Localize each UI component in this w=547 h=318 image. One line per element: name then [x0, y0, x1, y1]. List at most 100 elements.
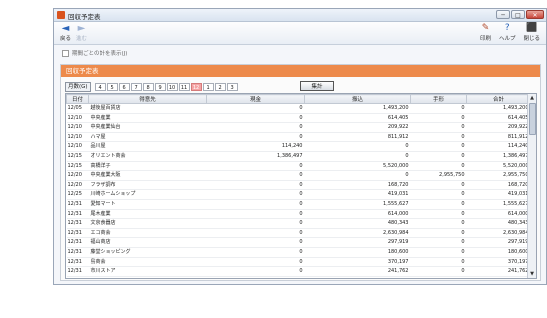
- table-cell: 2,630,984: [304, 228, 411, 239]
- table-cell: 0: [206, 189, 305, 200]
- column-header[interactable]: 得意先: [88, 94, 207, 104]
- table-cell: 0: [410, 113, 467, 124]
- scroll-up-icon[interactable]: ▲: [528, 94, 536, 102]
- month-button-5[interactable]: 5: [106, 83, 118, 91]
- table-row[interactable]: 12/31 市川ストア 0 241,762 0 241,762: [66, 266, 531, 277]
- table-cell: 297,919: [466, 237, 531, 248]
- table-row[interactable]: 12/10 中央産業 0 614,405 0 614,405: [66, 113, 531, 124]
- table-cell: 12/20: [66, 180, 89, 191]
- month-button-10[interactable]: 10: [166, 83, 178, 91]
- table-cell: 297,919: [304, 237, 411, 248]
- month-button-9[interactable]: 9: [154, 83, 166, 91]
- column-header[interactable]: 振込: [304, 94, 411, 104]
- table-cell: 12/31: [66, 247, 89, 258]
- table-row[interactable]: 12/15 オリエント商会 1,386,497 0 0 1,386,497: [66, 151, 531, 162]
- table-cell: 0: [410, 141, 467, 152]
- month-button-8[interactable]: 8: [142, 83, 154, 91]
- table-row[interactable]: 12/20 フラザ調布 0 168,720 0 168,720: [66, 180, 531, 191]
- table-cell: エコ商会: [88, 228, 207, 239]
- table-cell: 370,197: [304, 257, 411, 268]
- column-header[interactable]: 手形: [410, 94, 467, 104]
- table-cell: 0: [206, 209, 305, 220]
- table-row[interactable]: 12/31 文京食器店 0 480,343 0 480,343: [66, 218, 531, 229]
- help-icon: ?: [504, 23, 510, 33]
- table-cell: 12/25: [66, 189, 89, 200]
- table-cell: 614,000: [304, 209, 411, 220]
- month-button-1[interactable]: 1: [202, 83, 214, 91]
- month-button-4[interactable]: 4: [94, 83, 106, 91]
- forward-button[interactable]: ► 進む: [76, 23, 87, 42]
- month-button-12[interactable]: 12: [190, 83, 202, 91]
- month-button-6[interactable]: 6: [118, 83, 130, 91]
- table-cell: 0: [410, 122, 467, 133]
- table-row[interactable]: 12/10 ハマ屋 0 811,912 0 811,912: [66, 132, 531, 143]
- close-doc-icon: ⬛: [526, 23, 538, 33]
- table-cell: 0: [304, 170, 411, 181]
- back-arrow-icon: ◄: [61, 23, 70, 34]
- table-cell: 811,912: [304, 132, 411, 143]
- month-button-11[interactable]: 11: [178, 83, 190, 91]
- table-row[interactable]: 12/15 高橋洋子 0 5,520,000 0 5,520,000: [66, 161, 531, 172]
- month-button-3[interactable]: 3: [226, 83, 238, 91]
- table-cell: 福山商店: [88, 237, 207, 248]
- table-cell: 12/10: [66, 141, 89, 152]
- vertical-scrollbar[interactable]: ▲ ▼: [527, 94, 536, 278]
- table-cell: 0: [206, 218, 305, 229]
- table-row[interactable]: 12/20 中央産業大阪 0 0 2,955,750 2,955,750: [66, 170, 531, 181]
- column-header[interactable]: 現金: [206, 94, 305, 104]
- table-cell: 0: [410, 209, 467, 220]
- table-row[interactable]: 12/05 越後屋百貨店 0 1,493,200 0 1,493,200: [66, 103, 531, 114]
- scroll-thumb[interactable]: [529, 103, 536, 135]
- period-total-option[interactable]: 期間ごとの計を表示(J): [62, 49, 127, 57]
- table-cell: 中央産業仙台: [88, 122, 207, 133]
- table-cell: 5,520,000: [304, 161, 411, 172]
- table-cell: 0: [206, 161, 305, 172]
- table-row[interactable]: 12/31 愛知マート 0 1,555,627 0 1,555,627: [66, 199, 531, 210]
- table-cell: 12/31: [66, 257, 89, 268]
- table-cell: 480,343: [304, 218, 411, 229]
- close-window-button[interactable]: ✕: [526, 10, 544, 19]
- table-cell: 0: [206, 170, 305, 181]
- table-cell: 12/31: [66, 199, 89, 210]
- table-cell: 0: [206, 228, 305, 239]
- table-row[interactable]: 12/31 島商会 0 370,197 0 370,197: [66, 257, 531, 268]
- table-cell: オリエント商会: [88, 151, 207, 162]
- scroll-down-icon[interactable]: ▼: [528, 270, 536, 278]
- report-panel: 回収予定表 月数(G) 4 5 6 7 8 9 10 11 12 1 2 3 集計 日付 得意先 現金 振込…: [60, 64, 541, 281]
- table-cell: 241,762: [304, 266, 411, 277]
- table-cell: 614,405: [466, 113, 531, 124]
- table-row[interactable]: 12/25 川崎ホームショップ 0 419,031 0 419,031: [66, 189, 531, 200]
- table-cell: 1,386,497: [466, 151, 531, 162]
- table-cell: 0: [206, 122, 305, 133]
- help-label: ヘルプ: [498, 36, 516, 42]
- maximize-button[interactable]: □: [511, 10, 525, 19]
- aggregate-button[interactable]: 集計: [300, 81, 334, 91]
- app-icon: [57, 11, 65, 19]
- minimize-button[interactable]: ─: [496, 10, 510, 19]
- column-header[interactable]: 日付: [66, 94, 89, 104]
- table-cell: 0: [410, 132, 467, 143]
- month-button-2[interactable]: 2: [214, 83, 226, 91]
- column-header[interactable]: 合計: [466, 94, 531, 104]
- table-cell: 1,555,627: [466, 199, 531, 210]
- table-row[interactable]: 12/10 品川屋 114,240 0 0 114,240: [66, 141, 531, 152]
- table-cell: 114,240: [206, 141, 305, 152]
- close-button[interactable]: ⬛ 閉じる: [523, 23, 540, 42]
- month-count-label[interactable]: 月数(G): [65, 82, 91, 92]
- table-cell: 180,600: [304, 247, 411, 258]
- table-row[interactable]: 12/31 藤堂ショッピング 0 180,600 0 180,600: [66, 247, 531, 258]
- table-cell: 0: [410, 189, 467, 200]
- month-button-7[interactable]: 7: [130, 83, 142, 91]
- period-total-checkbox[interactable]: [62, 49, 69, 57]
- table-cell: 中央産業大阪: [88, 170, 207, 181]
- table-row[interactable]: 12/31 エコ商会 0 2,630,984 0 2,630,984: [66, 228, 531, 239]
- table-row[interactable]: 12/10 中央産業仙台 0 209,922 0 209,922: [66, 122, 531, 133]
- print-button[interactable]: ✎ 印刷: [480, 23, 491, 42]
- help-button[interactable]: ? ヘルプ: [499, 23, 516, 42]
- table-row[interactable]: 12/31 尾木産業 0 614,000 0 614,000: [66, 209, 531, 220]
- window-title: 回収予定表: [68, 13, 101, 21]
- table-cell: 藤堂ショッピング: [88, 247, 207, 258]
- back-button[interactable]: ◄ 戻る: [60, 23, 71, 42]
- table-cell: 品川屋: [88, 141, 207, 152]
- table-row[interactable]: 12/31 福山商店 0 297,919 0 297,919: [66, 237, 531, 248]
